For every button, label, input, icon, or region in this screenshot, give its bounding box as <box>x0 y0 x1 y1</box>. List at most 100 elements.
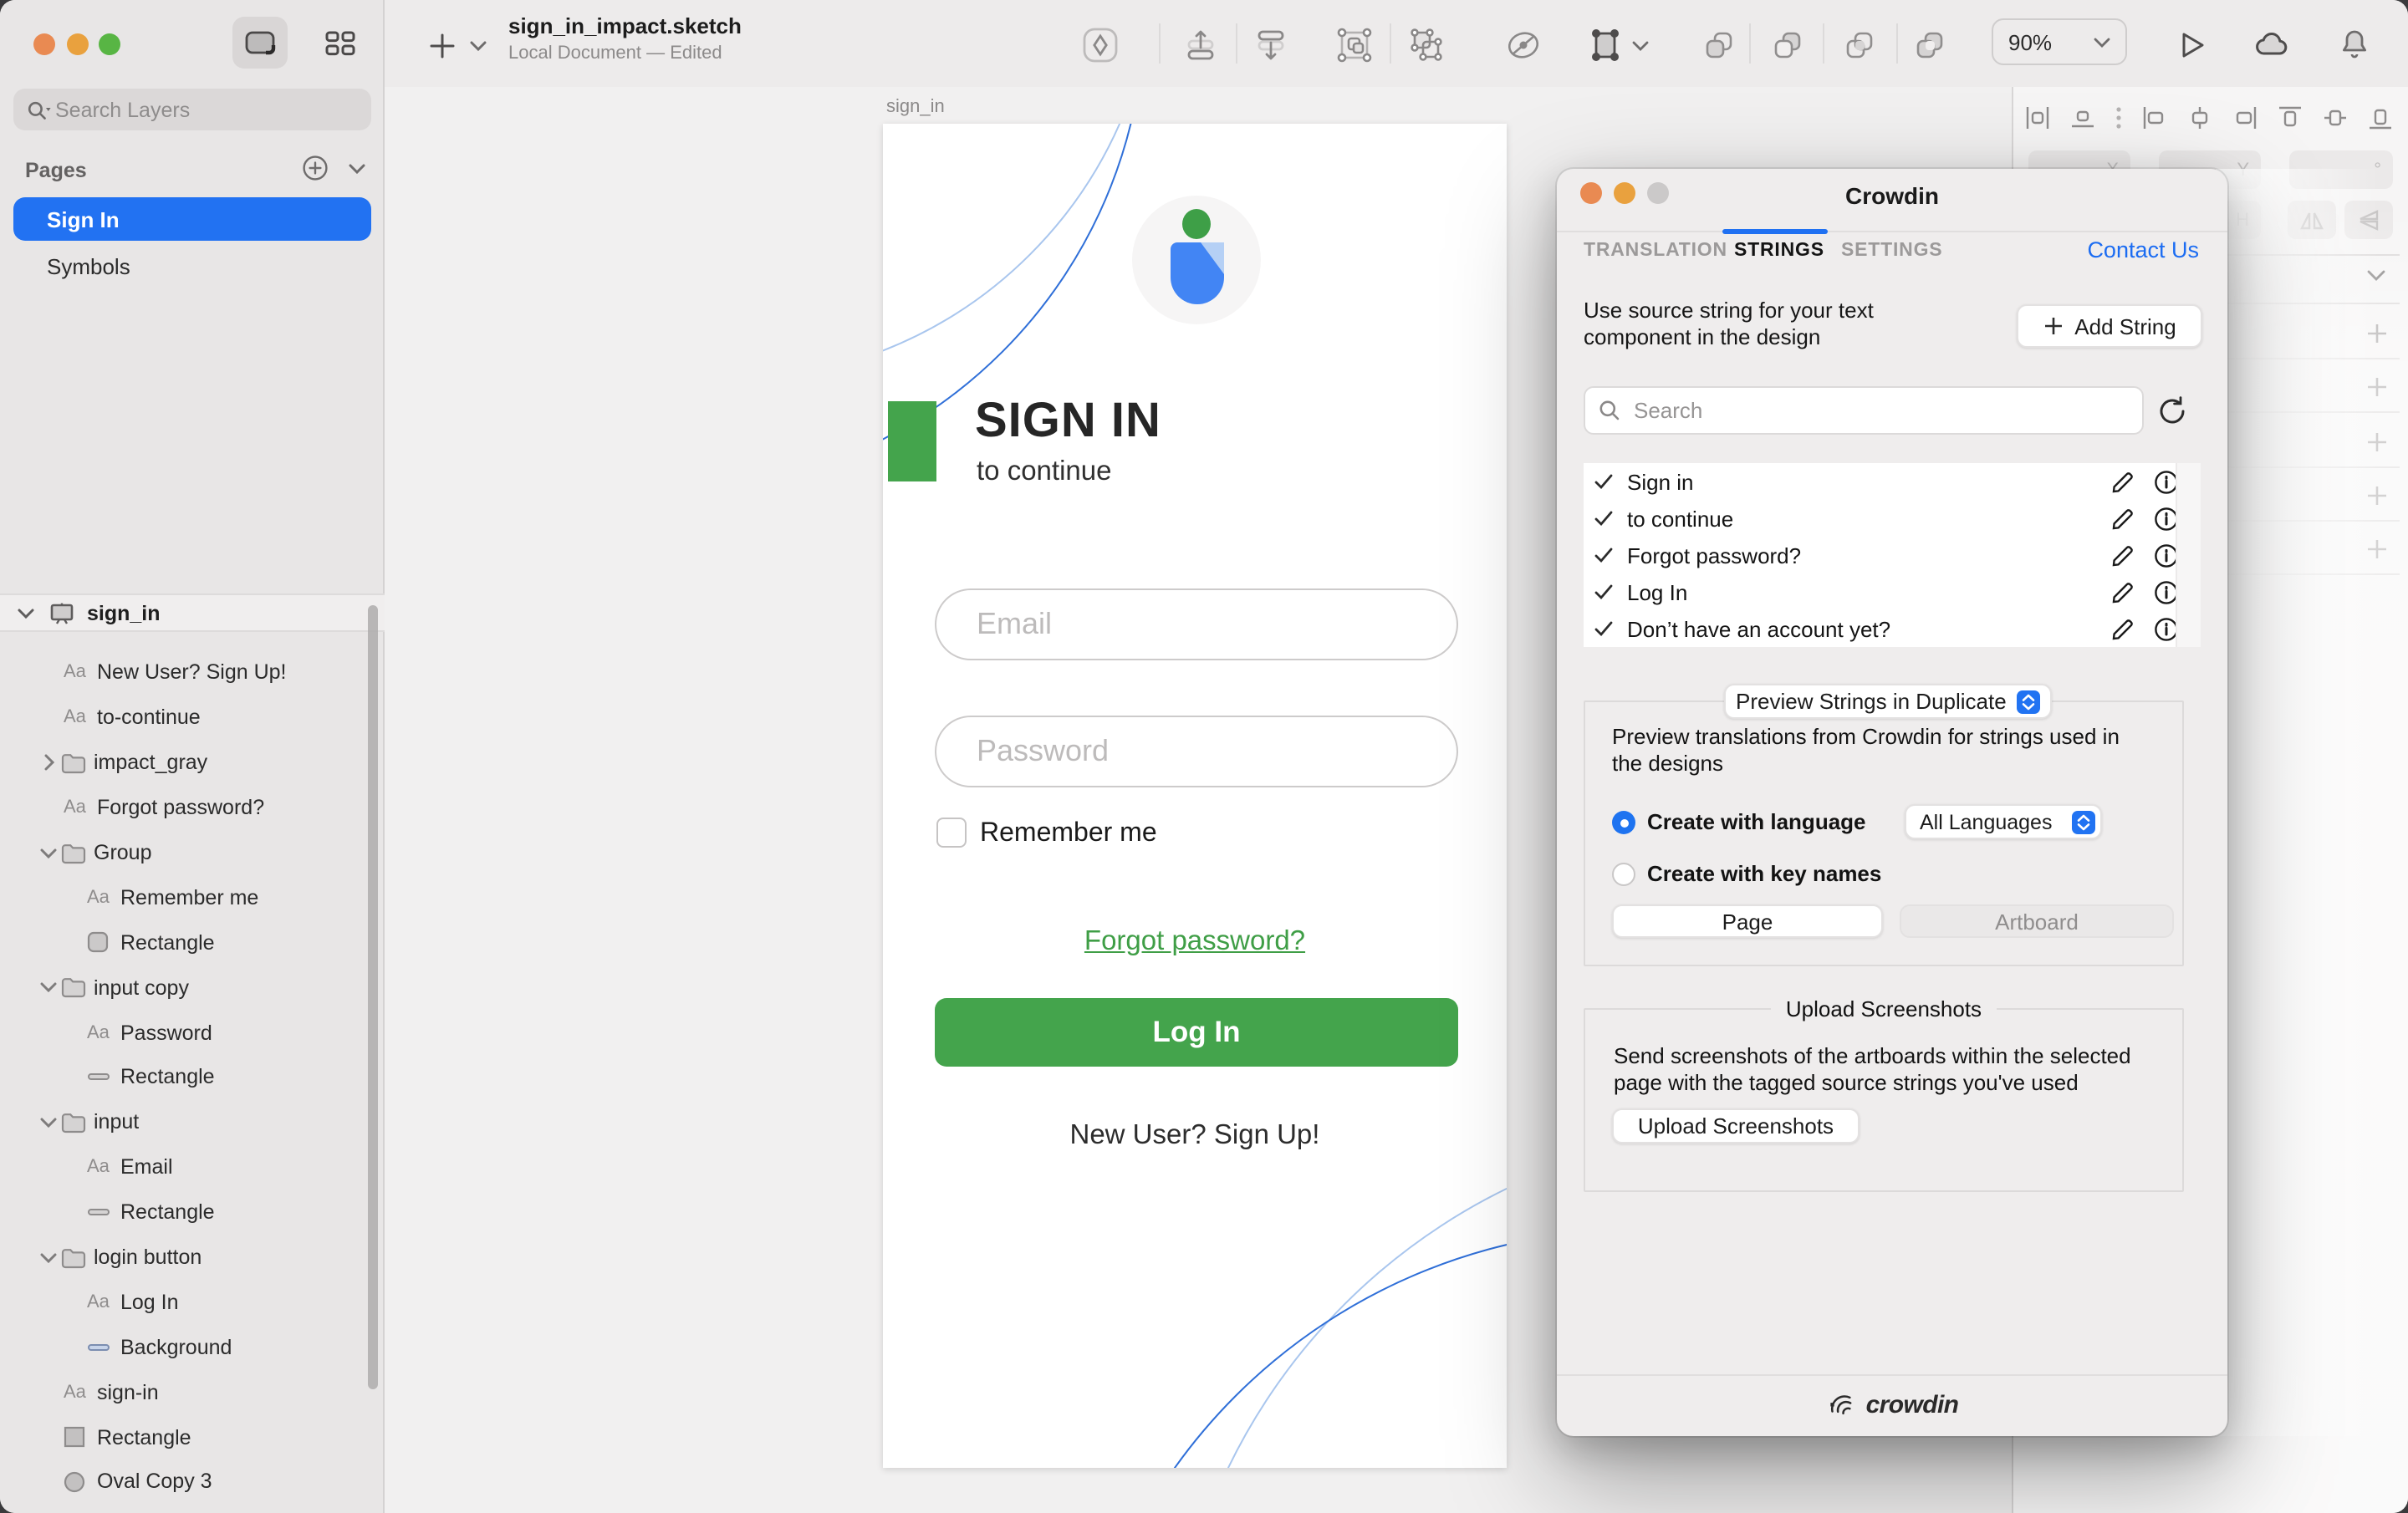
align-left-icon[interactable] <box>2142 105 2167 130</box>
language-dropdown[interactable]: All Languages <box>1905 804 2102 839</box>
layer-row[interactable]: Aasign-in <box>0 1370 385 1415</box>
sidebar-scrollbar[interactable] <box>368 605 378 1389</box>
create-symbol-button[interactable] <box>1080 25 1120 65</box>
layer-row[interactable]: AaForgot password? <box>0 785 385 830</box>
string-row[interactable]: Sign in <box>1584 463 2201 500</box>
edit-pencil-icon[interactable] <box>2110 506 2135 531</box>
add-style-button[interactable] <box>2363 373 2390 400</box>
chevron-right-icon[interactable] <box>37 754 60 771</box>
section-collapse-chevron-icon[interactable] <box>2366 269 2386 283</box>
boolean-difference-button[interactable] <box>1910 25 1950 65</box>
layer-row[interactable]: AaPassword <box>0 1010 385 1055</box>
layer-row[interactable]: AaLog In <box>0 1280 385 1325</box>
align-middle-vertical-icon[interactable] <box>2323 105 2348 130</box>
create-with-language-label[interactable]: Create with language <box>1647 809 1866 835</box>
layer-list-view-toggle[interactable] <box>232 17 288 69</box>
add-style-button[interactable] <box>2363 535 2390 562</box>
components-view-toggle[interactable] <box>313 17 368 69</box>
log-in-button[interactable]: Log In <box>935 998 1458 1067</box>
layer-row[interactable]: AaNew User? Sign Up! <box>0 650 385 695</box>
search-layers-input[interactable] <box>52 96 309 123</box>
scale-button[interactable] <box>1585 25 1625 65</box>
edit-pencil-icon[interactable] <box>2110 579 2135 604</box>
email-field[interactable] <box>935 588 1458 660</box>
add-string-button[interactable]: Add String <box>2017 304 2202 348</box>
distribute-vertically-icon[interactable] <box>2070 105 2095 130</box>
layer-row[interactable]: input <box>0 1100 385 1145</box>
crowdin-titlebar[interactable]: Crowdin <box>1557 169 2227 232</box>
layer-row[interactable]: login button <box>0 1235 385 1280</box>
tab-strings[interactable]: STRINGS <box>1734 241 1824 261</box>
flip-horizontal-button[interactable] <box>2288 201 2336 239</box>
strings-list-scrollbar[interactable] <box>2176 463 2201 647</box>
boolean-intersect-button[interactable] <box>1839 25 1880 65</box>
remember-me-checkbox[interactable] <box>936 818 967 848</box>
sidebar-page-sign-in[interactable]: Sign In <box>13 197 371 241</box>
align-bottom-icon[interactable] <box>2368 105 2393 130</box>
layer-row[interactable]: Rectangle <box>0 1190 385 1235</box>
strings-search-input[interactable] <box>1630 396 2089 425</box>
search-layers-field[interactable] <box>13 89 371 130</box>
flip-vertical-button[interactable] <box>2344 201 2393 239</box>
forgot-password-link[interactable]: Forgot password? <box>883 926 1507 958</box>
artboard-layer-header[interactable]: sign_in <box>0 593 385 632</box>
chevron-down-icon[interactable] <box>37 1251 60 1263</box>
window-zoom-button[interactable] <box>99 33 120 54</box>
insert-button[interactable] <box>421 25 462 65</box>
window-minimize-button[interactable] <box>66 33 88 54</box>
notifications-bell-button[interactable] <box>2334 25 2375 65</box>
string-row[interactable]: Log In <box>1584 573 2201 610</box>
layer-row[interactable]: Rectangle <box>0 1055 385 1100</box>
chevron-down-icon[interactable] <box>37 847 60 858</box>
insert-chevron-icon[interactable] <box>458 25 498 65</box>
layer-row[interactable]: Rectangle <box>0 920 385 965</box>
layer-row[interactable]: Background <box>0 1325 385 1370</box>
preview-artboard-button[interactable]: Artboard <box>1900 904 2174 938</box>
layer-row[interactable]: input copy <box>0 965 385 1010</box>
scale-chevron-icon[interactable] <box>1630 25 1650 65</box>
upload-screenshots-button[interactable]: Upload Screenshots <box>1612 1108 1860 1144</box>
tab-translation[interactable]: TRANSLATION <box>1584 241 1727 261</box>
distribute-horizontally-icon[interactable] <box>2025 105 2050 130</box>
chevron-down-icon[interactable] <box>37 1117 60 1128</box>
edit-pencil-icon[interactable] <box>2110 543 2135 568</box>
layer-row[interactable]: Group <box>0 830 385 875</box>
sidebar-page-symbols[interactable]: Symbols <box>13 244 371 288</box>
group-button[interactable] <box>1334 25 1375 65</box>
bring-forward-button[interactable] <box>1181 25 1221 65</box>
boolean-union-button[interactable] <box>1699 25 1739 65</box>
layer-row[interactable]: Rectangle <box>0 1414 385 1460</box>
cloud-share-button[interactable] <box>2252 25 2293 65</box>
add-style-button[interactable] <box>2363 319 2390 346</box>
contact-us-link[interactable]: Contact Us <box>2087 237 2199 262</box>
pages-collapse-chevron-icon[interactable] <box>336 149 376 189</box>
add-page-button[interactable] <box>294 147 334 187</box>
create-with-key-names-radio[interactable] <box>1612 863 1635 886</box>
align-center-horizontal-icon[interactable] <box>2187 105 2212 130</box>
layer-row[interactable]: AaRemember me <box>0 875 385 920</box>
string-row[interactable]: Don’t have an account yet? <box>1584 610 2201 647</box>
chevron-down-icon[interactable] <box>37 981 60 993</box>
mask-button[interactable] <box>1503 25 1543 65</box>
string-row[interactable]: Forgot password? <box>1584 537 2201 573</box>
rotation-field[interactable]: ° <box>2289 150 2393 189</box>
create-with-language-radio[interactable] <box>1612 811 1635 834</box>
sign-in-artboard[interactable]: SIGN IN to continue Remember me Forgot p… <box>883 124 1507 1468</box>
password-field[interactable] <box>935 716 1458 787</box>
layer-row[interactable]: AaEmail <box>0 1145 385 1190</box>
send-backward-button[interactable] <box>1251 25 1291 65</box>
ungroup-button[interactable] <box>1406 25 1446 65</box>
layer-row[interactable]: Oval Copy 3 <box>0 1460 385 1505</box>
create-with-key-names-label[interactable]: Create with key names <box>1647 861 1881 887</box>
align-right-icon[interactable] <box>2232 105 2258 130</box>
align-top-icon[interactable] <box>2278 105 2303 130</box>
preview-page-button[interactable]: Page <box>1612 904 1883 938</box>
artboard-title[interactable]: sign_in <box>886 97 945 117</box>
layer-row[interactable]: Aato-continue <box>0 695 385 741</box>
window-close-button[interactable] <box>33 33 55 54</box>
tab-settings[interactable]: SETTINGS <box>1841 241 1942 261</box>
string-row[interactable]: to continue <box>1584 500 2201 537</box>
add-style-button[interactable] <box>2363 428 2390 455</box>
strings-search-field[interactable] <box>1584 386 2144 435</box>
sign-up-link[interactable]: New User? Sign Up! <box>883 1120 1507 1152</box>
